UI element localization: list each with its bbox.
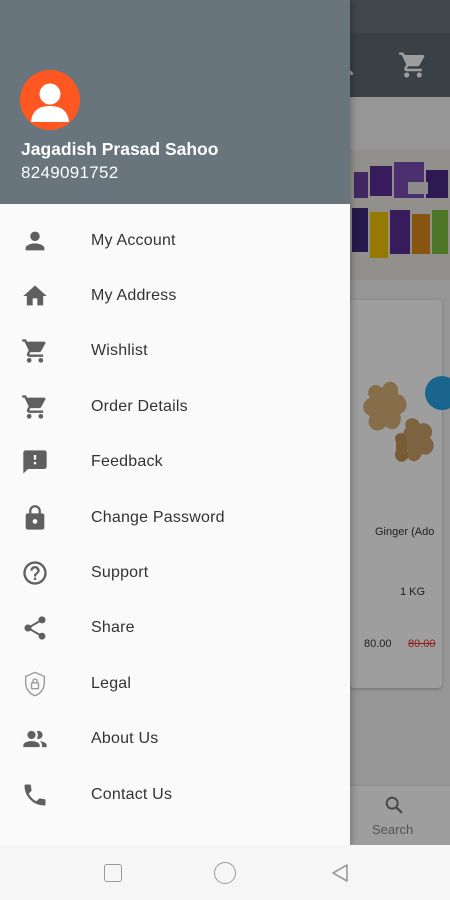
- menu-item-label: Change Password: [91, 508, 225, 526]
- back-button[interactable]: [329, 862, 351, 884]
- avatar[interactable]: [20, 70, 80, 130]
- menu-item-label: Feedback: [91, 453, 163, 471]
- drawer-menu: My Account My Address Wishlist Order Det…: [0, 213, 350, 822]
- recents-button[interactable]: [104, 864, 122, 882]
- menu-item-support[interactable]: Support: [0, 545, 350, 600]
- share-icon: [21, 614, 49, 642]
- menu-item-order-details[interactable]: Order Details: [0, 379, 350, 434]
- menu-item-legal[interactable]: Legal: [0, 656, 350, 711]
- menu-item-my-account[interactable]: My Account: [0, 213, 350, 268]
- person-icon: [31, 83, 69, 122]
- menu-item-change-password[interactable]: Change Password: [0, 490, 350, 545]
- menu-item-contact-us[interactable]: Contact Us: [0, 767, 350, 822]
- home-button[interactable]: [214, 862, 236, 884]
- navigation-drawer: Jagadish Prasad Sahoo 8249091752 My Acco…: [0, 0, 350, 845]
- home-icon: [21, 282, 49, 310]
- drawer-header: Jagadish Prasad Sahoo 8249091752: [0, 0, 350, 204]
- menu-item-label: My Address: [91, 287, 177, 305]
- user-phone: 8249091752: [21, 163, 119, 182]
- menu-item-share[interactable]: Share: [0, 601, 350, 656]
- menu-item-label: Wishlist: [91, 342, 148, 360]
- help-circle-icon: [21, 559, 49, 587]
- menu-item-about-us[interactable]: About Us: [0, 712, 350, 767]
- menu-item-label: My Account: [91, 231, 176, 249]
- menu-item-my-address[interactable]: My Address: [0, 268, 350, 323]
- menu-item-label: Share: [91, 619, 135, 637]
- people-icon: [21, 725, 49, 753]
- menu-item-wishlist[interactable]: Wishlist: [0, 324, 350, 379]
- person-icon: [21, 227, 49, 255]
- shield-lock-icon: [21, 670, 49, 698]
- cart-icon: [21, 337, 49, 365]
- feedback-icon: [21, 448, 49, 476]
- menu-item-label: About Us: [91, 730, 159, 748]
- user-name: Jagadish Prasad Sahoo: [21, 139, 219, 159]
- menu-item-label: Support: [91, 564, 149, 582]
- menu-item-feedback[interactable]: Feedback: [0, 435, 350, 490]
- menu-item-label: Order Details: [91, 397, 188, 415]
- lock-icon: [21, 504, 49, 532]
- cart-icon: [21, 393, 49, 421]
- phone-icon: [21, 781, 49, 809]
- menu-item-label: Contact Us: [91, 785, 173, 803]
- menu-item-label: Legal: [91, 674, 132, 692]
